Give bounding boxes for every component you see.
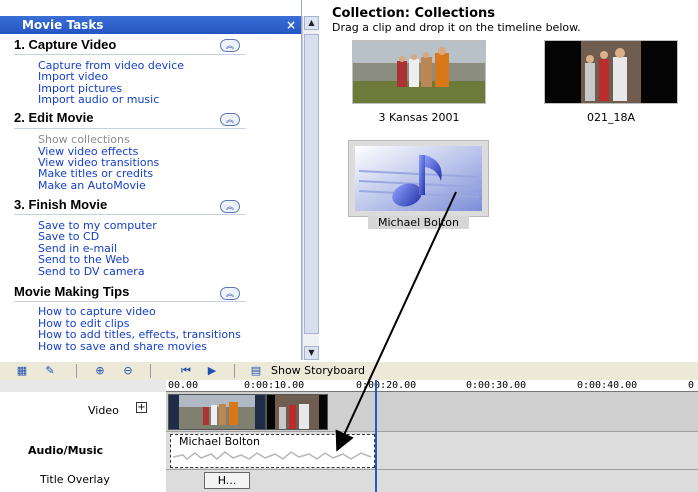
title-clip[interactable]: H... bbox=[204, 472, 250, 489]
movie-tasks-header: Movie Tasks × bbox=[0, 16, 301, 34]
divider bbox=[14, 301, 246, 302]
audio-waveform-icon bbox=[172, 451, 372, 460]
link-make-an-automovie[interactable]: Make an AutoMovie bbox=[38, 179, 146, 192]
collapse-movie-making-tips-icon[interactable]: ︽ bbox=[220, 287, 240, 300]
timeline-toolbar: ▦ ✎ ⊕ ⊖ ⏮ ▶ ▤ Show Storyboard bbox=[0, 362, 698, 380]
section-title-finish-movie: 3. Finish Movie bbox=[14, 197, 108, 212]
play-timeline-icon[interactable]: ▶ bbox=[204, 364, 220, 378]
divider bbox=[14, 128, 246, 129]
audio-music-track-label: Audio/Music bbox=[28, 444, 104, 457]
audio-clip-michael-bolton[interactable]: Michael Bolton bbox=[170, 434, 375, 468]
divider bbox=[76, 364, 77, 378]
clip-label-021-18a[interactable]: 021_18A bbox=[544, 111, 678, 124]
movie-tasks-title: Movie Tasks bbox=[22, 18, 104, 32]
scroll-up-icon[interactable]: ▲ bbox=[304, 16, 319, 30]
video-clip-thumbnail-icon bbox=[545, 41, 677, 103]
timeline-playhead[interactable] bbox=[375, 380, 377, 492]
close-icon[interactable]: × bbox=[286, 16, 296, 34]
link-import-audio-or-music[interactable]: Import audio or music bbox=[38, 93, 159, 106]
link-how-to-save-and-share[interactable]: How to save and share movies bbox=[38, 340, 207, 353]
timeline-area: ▦ ✎ ⊕ ⊖ ⏮ ▶ ▤ Show Storyboard 00.00 0:00… bbox=[0, 362, 698, 492]
music-note-icon bbox=[355, 146, 482, 211]
video-clip-021-18a[interactable] bbox=[266, 394, 328, 430]
video-clip-thumbnail-icon bbox=[169, 395, 265, 429]
video-track-label: Video bbox=[88, 404, 119, 417]
expand-video-track-icon[interactable]: + bbox=[136, 402, 147, 413]
divider bbox=[150, 364, 151, 378]
scroll-down-icon[interactable]: ▼ bbox=[304, 346, 319, 360]
clip-thumbnail-3-kansas-2001[interactable] bbox=[352, 40, 486, 104]
video-clip-thumbnail-icon bbox=[353, 41, 485, 103]
collection-pane: Collection: Collections Drag a clip and … bbox=[322, 0, 698, 360]
clip-thumbnail-021-18a[interactable] bbox=[544, 40, 678, 104]
set-audio-levels-icon[interactable]: ▦ bbox=[14, 364, 30, 378]
video-track[interactable] bbox=[166, 392, 698, 432]
clip-label-3-kansas-2001[interactable]: 3 Kansas 2001 bbox=[352, 111, 486, 124]
timeline-ruler[interactable]: 00.00 0:00:10.00 0:00:20.00 0:00:30.00 0… bbox=[166, 380, 698, 392]
movie-tasks-pane: Movie Tasks × 1. Capture Video ︽ Capture… bbox=[0, 0, 302, 360]
link-send-to-dv-camera[interactable]: Send to DV camera bbox=[38, 265, 145, 278]
collapse-finish-movie-icon[interactable]: ︽ bbox=[220, 200, 240, 213]
ruler-label: 0:00:40.00 bbox=[577, 380, 638, 391]
collection-hint: Drag a clip and drop it on the timeline … bbox=[332, 21, 581, 34]
section-title-edit-movie: 2. Edit Movie bbox=[14, 110, 94, 125]
clip-thumbnail-michael-bolton[interactable] bbox=[348, 140, 489, 217]
collapse-edit-movie-icon[interactable]: ︽ bbox=[220, 113, 240, 126]
audio-music-track[interactable]: Michael Bolton bbox=[166, 432, 698, 470]
scrollbar-thumb[interactable] bbox=[304, 34, 319, 334]
divider bbox=[14, 54, 246, 55]
task-pane-scrollbar[interactable]: ▲ ▼ bbox=[302, 16, 319, 360]
section-title-capture-video: 1. Capture Video bbox=[14, 37, 117, 52]
ruler-label: 0:00:10.00 bbox=[244, 380, 305, 391]
video-clip-thumbnail-icon bbox=[267, 395, 327, 429]
ruler-label: 0:00:30.00 bbox=[466, 380, 527, 391]
track-labels: Video + Audio/Music Title Overlay bbox=[0, 392, 166, 492]
narrate-timeline-icon[interactable]: ✎ bbox=[42, 364, 58, 378]
zoom-out-icon[interactable]: ⊖ bbox=[120, 364, 136, 378]
section-title-movie-making-tips: Movie Making Tips bbox=[14, 284, 130, 299]
video-clip-3-kansas-2001[interactable] bbox=[168, 394, 266, 430]
divider bbox=[234, 364, 235, 378]
title-overlay-track[interactable]: H... bbox=[166, 470, 698, 492]
collection-title: Collection: Collections bbox=[332, 6, 495, 21]
zoom-in-icon[interactable]: ⊕ bbox=[92, 364, 108, 378]
title-overlay-track-label: Title Overlay bbox=[40, 473, 110, 486]
storyboard-icon[interactable]: ▤ bbox=[248, 364, 264, 378]
ruler-label: 0:00:20.00 bbox=[356, 380, 417, 391]
clip-label-michael-bolton[interactable]: Michael Bolton bbox=[368, 216, 469, 229]
ruler-label: 00.00 bbox=[168, 380, 199, 391]
divider bbox=[14, 214, 246, 215]
ruler-label: 0 bbox=[688, 380, 695, 391]
rewind-timeline-icon[interactable]: ⏮ bbox=[178, 364, 194, 378]
show-storyboard-button[interactable]: Show Storyboard bbox=[271, 364, 365, 377]
collapse-capture-video-icon[interactable]: ︽ bbox=[220, 39, 240, 52]
